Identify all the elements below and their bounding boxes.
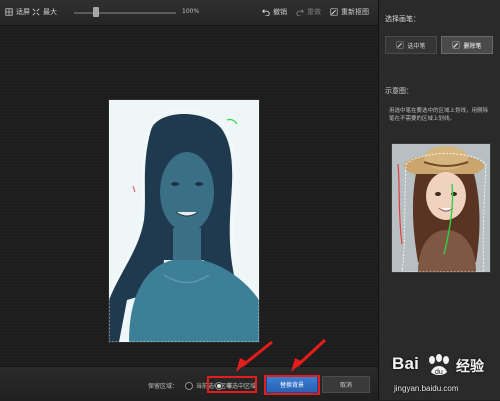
redraw-label: 重新抠图 (341, 8, 369, 16)
max-button[interactable]: 最大 (32, 7, 57, 17)
delete-brush-icon (453, 41, 460, 49)
baidu-jingyan-watermark: Bai du 经验 jingyan.baidu.com (392, 354, 498, 398)
brush-select-title: 选择画笔： (385, 15, 420, 23)
redo-icon (296, 9, 304, 16)
redo-label: 重做 (307, 8, 321, 16)
right-panel: 选择画笔： 选中笔 删除笔 示意图： 用选中笔在要选中的区域上划线，用删除笔在不… (378, 0, 500, 400)
undo-button[interactable]: 撤销 (262, 7, 287, 17)
example-description: 用选中笔在要选中的区域上划线，用删除笔在不需要的区域上划线。 (389, 108, 489, 122)
select-brush-icon (397, 41, 404, 49)
highlight-replace-button (264, 375, 320, 395)
redraw-button[interactable]: 重新抠图 (330, 7, 369, 17)
example-image (391, 143, 491, 273)
example-girl-image (392, 144, 490, 272)
svg-text:du: du (435, 369, 443, 376)
delete-brush-button[interactable]: 删除笔 (441, 36, 493, 54)
highlight-non-selection (207, 376, 257, 393)
paw-icon: du (429, 354, 449, 376)
portrait-photo[interactable] (108, 99, 260, 343)
zoom-slider-track[interactable] (74, 12, 176, 14)
watermark-brand-suffix: 经验 (456, 358, 484, 374)
arrow-2 (291, 338, 327, 372)
undo-label: 撤销 (273, 8, 287, 16)
arrow-1 (236, 340, 273, 372)
keep-area-label: 保留区域： (148, 383, 179, 390)
select-brush-button[interactable]: 选中笔 (385, 36, 437, 54)
zoom-slider-thumb[interactable] (93, 7, 99, 17)
fit-screen-button[interactable]: 适屏 (5, 7, 30, 17)
select-brush-label: 选中笔 (407, 42, 426, 50)
radio-current[interactable] (185, 381, 193, 390)
editing-canvas[interactable] (0, 26, 378, 366)
max-label: 最大 (43, 8, 57, 16)
top-toolbar: 适屏 最大 100% 撤销 重做 重新抠图 (0, 0, 378, 26)
fit-screen-icon (5, 8, 13, 16)
watermark-url: jingyan.baidu.com (394, 384, 459, 393)
photo-image (109, 109, 259, 342)
cancel-button[interactable]: 取消 (322, 376, 370, 393)
redraw-brush-icon (330, 8, 338, 16)
redo-button[interactable]: 重做 (296, 7, 321, 17)
maximize-icon (32, 8, 40, 16)
zoom-percent: 100% (182, 8, 200, 15)
delete-brush-label: 删除笔 (463, 42, 482, 50)
fit-screen-label: 适屏 (16, 8, 30, 16)
undo-icon (262, 9, 270, 16)
example-title: 示意图： (385, 87, 413, 95)
watermark-brand: Bai (392, 354, 420, 373)
